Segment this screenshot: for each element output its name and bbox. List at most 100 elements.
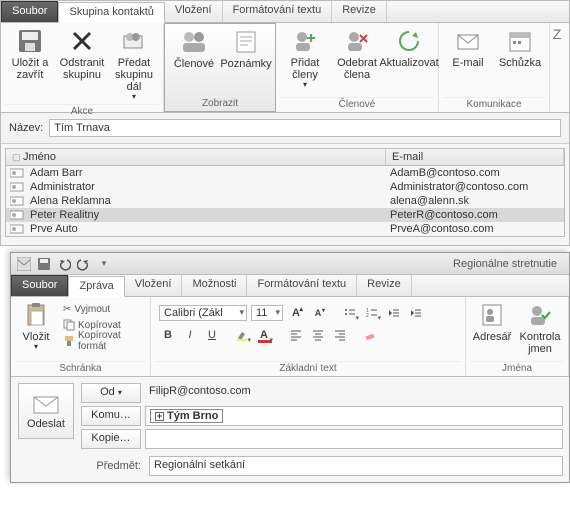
font-color-button[interactable]: A bbox=[255, 326, 273, 344]
group-komunikace-label: Komunikace bbox=[443, 97, 545, 110]
subject-input[interactable]: Regionální setkání bbox=[149, 456, 563, 476]
from-button[interactable]: Od ▾ bbox=[81, 383, 141, 403]
tab-formatovani[interactable]: Formátování textu bbox=[223, 1, 333, 22]
contact-icon bbox=[10, 223, 26, 235]
contact-group-window: Soubor Skupina kontaktů Vložení Formátov… bbox=[0, 0, 570, 246]
delete-group-button[interactable]: Odstranit skupinu bbox=[57, 25, 107, 83]
format-painter-button[interactable]: Kopírovat formát bbox=[59, 333, 146, 349]
from-value: FilipR@contoso.com bbox=[145, 383, 563, 403]
tab2-moznosti[interactable]: Možnosti bbox=[182, 275, 247, 296]
name-input[interactable]: Tím Trnava bbox=[49, 119, 561, 137]
qat-redo-button[interactable] bbox=[75, 255, 93, 273]
cut-button[interactable]: ✂Vyjmout bbox=[59, 301, 146, 317]
align-center-button[interactable] bbox=[309, 326, 327, 344]
member-email: alena@alenn.sk bbox=[390, 195, 560, 207]
tab-vlozeni[interactable]: Vložení bbox=[165, 1, 223, 22]
italic-button[interactable]: I bbox=[181, 326, 199, 344]
col-name-header[interactable]: ▢ Jméno bbox=[6, 149, 386, 165]
check-names-icon bbox=[526, 301, 554, 329]
member-email: PeterR@contoso.com bbox=[390, 209, 560, 221]
save-close-label: Uložit a zavřít bbox=[7, 57, 53, 81]
qat-save-button[interactable] bbox=[35, 255, 53, 273]
to-input[interactable]: +Tým Brno bbox=[145, 406, 563, 426]
subject-label: Předmět: bbox=[81, 460, 145, 472]
meeting-label: Schůzka bbox=[499, 57, 541, 69]
table-row[interactable]: Alena Reklamnaalena@alenn.sk bbox=[6, 194, 564, 208]
notes-label: Poznámky bbox=[220, 58, 271, 70]
quick-access-toolbar: ▾ bbox=[15, 255, 113, 273]
ribbon-tabs-2: Soubor Zpráva Vložení Možnosti Formátová… bbox=[11, 275, 569, 297]
tab-revize[interactable]: Revize bbox=[332, 1, 387, 22]
remove-member-button[interactable]: Odebrat člena bbox=[332, 25, 382, 83]
table-row[interactable]: Prve AutoPrveA@contoso.com bbox=[6, 222, 564, 236]
tab2-formatovani[interactable]: Formátování textu bbox=[247, 275, 357, 296]
underline-button[interactable]: U bbox=[203, 326, 221, 344]
font-selector[interactable]: Calibri (Zákl bbox=[159, 305, 247, 321]
ribbon-tabs: Soubor Skupina kontaktů Vložení Formátov… bbox=[1, 1, 569, 23]
forward-group-button[interactable]: Předat skupinu dál ▾ bbox=[109, 25, 159, 104]
forward-icon bbox=[120, 27, 148, 55]
tab2-soubor[interactable]: Soubor bbox=[11, 275, 68, 296]
numbering-button[interactable]: 12 bbox=[363, 304, 381, 322]
shrink-font-button[interactable]: A▾ bbox=[309, 304, 327, 322]
member-name: Peter Realitny bbox=[30, 209, 390, 221]
clear-format-button[interactable] bbox=[361, 326, 379, 344]
col-email-header[interactable]: E-mail bbox=[386, 149, 564, 165]
email-button[interactable]: E-mail bbox=[443, 25, 493, 71]
save-close-button[interactable]: Uložit a zavřít bbox=[5, 25, 55, 83]
table-row[interactable]: Adam BarrAdamB@contoso.com bbox=[6, 166, 564, 180]
ribbon: Uložit a zavřít Odstranit skupinu Předat… bbox=[1, 23, 569, 113]
brush-icon bbox=[63, 335, 75, 347]
paste-button[interactable]: Vložit ▾ bbox=[15, 299, 57, 354]
outdent-button[interactable] bbox=[385, 304, 403, 322]
dropdown-icon: ▾ bbox=[132, 93, 136, 102]
cc-button[interactable]: Kopie… bbox=[81, 429, 141, 449]
group-more: Z bbox=[550, 23, 564, 112]
kontrola-label: Kontrola jmen bbox=[518, 331, 562, 355]
member-list: Adam BarrAdamB@contoso.comAdministratorA… bbox=[5, 166, 565, 237]
tab-soubor[interactable]: Soubor bbox=[1, 1, 58, 22]
align-left-button[interactable] bbox=[287, 326, 305, 344]
bold-button[interactable]: B bbox=[159, 326, 177, 344]
remove-member-label: Odebrat člena bbox=[334, 57, 380, 81]
qat-undo-button[interactable] bbox=[55, 255, 73, 273]
recipient-chip[interactable]: +Tým Brno bbox=[150, 409, 223, 423]
highlight-button[interactable] bbox=[233, 326, 251, 344]
qat-more-button[interactable]: ▾ bbox=[95, 255, 113, 273]
bullets-button[interactable] bbox=[341, 304, 359, 322]
align-right-button[interactable] bbox=[331, 326, 349, 344]
members-button[interactable]: Členové bbox=[169, 26, 219, 72]
indent-button[interactable] bbox=[407, 304, 425, 322]
kontrola-jmen-button[interactable]: Kontrola jmen bbox=[516, 299, 564, 357]
ribbon-2: Vložit ▾ ✂Vyjmout Kopírovat Kopírovat fo… bbox=[11, 297, 569, 377]
tab2-zprava[interactable]: Zpráva bbox=[68, 276, 124, 297]
adresar-button[interactable]: Adresář bbox=[470, 299, 514, 345]
dropdown-icon: ▾ bbox=[34, 343, 38, 352]
more-button[interactable]: Z bbox=[551, 25, 563, 44]
tab2-revize[interactable]: Revize bbox=[357, 275, 412, 296]
group-clenove-label: Členové bbox=[280, 97, 434, 110]
add-member-icon bbox=[291, 27, 319, 55]
meeting-button[interactable]: Schůzka bbox=[495, 25, 545, 71]
tab-skupina-kontaktu[interactable]: Skupina kontaktů bbox=[58, 2, 164, 23]
table-row[interactable]: Peter RealitnyPeterR@contoso.com bbox=[6, 208, 564, 222]
update-button[interactable]: Aktualizovat bbox=[384, 25, 434, 71]
tab2-vlozeni[interactable]: Vložení bbox=[125, 275, 183, 296]
title-bar: ▾ Regionálne stretnutie bbox=[11, 253, 569, 275]
font-size-selector[interactable]: 11 bbox=[251, 305, 283, 321]
members-icon bbox=[180, 28, 208, 56]
delete-group-label: Odstranit skupinu bbox=[59, 57, 105, 81]
grow-font-button[interactable]: A▴ bbox=[287, 304, 305, 322]
table-row[interactable]: AdministratorAdministrator@contoso.com bbox=[6, 180, 564, 194]
member-email: Administrator@contoso.com bbox=[390, 181, 560, 193]
group-akce: Uložit a zavřít Odstranit skupinu Předat… bbox=[1, 23, 164, 112]
add-member-button[interactable]: Přidat členy ▾ bbox=[280, 25, 330, 92]
email-icon bbox=[454, 27, 482, 55]
group-schranka-label: Schránka bbox=[15, 361, 146, 374]
send-button[interactable]: Odeslat bbox=[18, 383, 74, 439]
cc-input[interactable] bbox=[145, 429, 563, 449]
group-text-label: Základní text bbox=[155, 361, 461, 374]
update-label: Aktualizovat bbox=[379, 57, 438, 69]
to-button[interactable]: Komu… bbox=[81, 406, 141, 426]
notes-button[interactable]: Poznámky bbox=[221, 26, 271, 72]
